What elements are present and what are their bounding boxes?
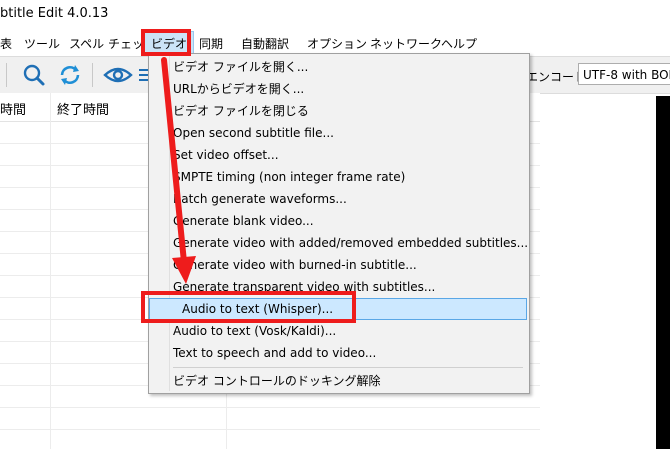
menu-sync[interactable]: 同期 [199, 35, 223, 52]
grid-row-line [0, 407, 540, 408]
menu-item-generate-burned-in[interactable]: Generate video with burned-in subtitle..… [173, 254, 525, 276]
encoding-select[interactable]: UTF-8 with BOM [578, 63, 670, 85]
menu-item-batch-waveforms[interactable]: Batch generate waveforms... [173, 188, 525, 210]
video-player-area [656, 96, 670, 449]
window-title: btitle Edit 4.0.13 [0, 6, 109, 21]
menu-auto-translate[interactable]: 自動翻訳 [241, 35, 289, 52]
column-header-end-time[interactable]: 終了時間 [57, 99, 109, 118]
menu-item-open-video-url[interactable]: URLからビデオを開く... [173, 78, 525, 100]
menu-table[interactable]: 表 [0, 35, 12, 52]
menu-tools[interactable]: ツール [24, 35, 60, 52]
toolbar-separator [6, 63, 7, 87]
column-header-time[interactable]: 時間 [0, 99, 26, 118]
menu-item-audio-to-text-vosk[interactable]: Audio to text (Vosk/Kaldi)... [173, 320, 525, 342]
grid-column-divider [50, 93, 51, 449]
menu-separator [173, 367, 523, 368]
menu-gutter [169, 56, 170, 391]
menu-help[interactable]: ヘルプ [441, 35, 477, 52]
menu-item-open-second-subtitle[interactable]: Open second subtitle file... [173, 122, 525, 144]
menu-options[interactable]: オプション [307, 35, 367, 52]
menu-item-generate-blank-video[interactable]: Generate blank video... [173, 210, 525, 232]
menu-item-generate-embedded-subtitles[interactable]: Generate video with added/removed embedd… [173, 232, 528, 254]
menu-item-open-video[interactable]: ビデオ ファイルを開く... [173, 56, 525, 78]
menu-item-smpte-timing[interactable]: SMPTE timing (non integer frame rate) [173, 166, 525, 188]
toolbar-separator [92, 63, 93, 87]
menu-item-undock-video-controls[interactable]: ビデオ コントロールのドッキング解除 [173, 370, 525, 392]
encoding-label: エンコード [526, 70, 587, 84]
menu-network[interactable]: ネットワーク [370, 35, 442, 52]
annotation-box-video-menu [141, 29, 191, 56]
menu-item-close-video[interactable]: ビデオ ファイルを閉じる [173, 100, 525, 122]
eye-icon[interactable] [103, 62, 133, 88]
title-bar: btitle Edit 4.0.13 [0, 0, 670, 30]
search-icon[interactable] [21, 62, 47, 88]
video-dropdown-menu: ビデオ ファイルを開く... URLからビデオを開く... ビデオ ファイルを閉… [148, 53, 530, 394]
menu-item-text-to-speech[interactable]: Text to speech and add to video... [173, 342, 525, 364]
grid-row-line [0, 429, 540, 430]
refresh-icon[interactable] [57, 62, 83, 88]
menu-item-set-video-offset[interactable]: Set video offset... [173, 144, 525, 166]
annotation-box-whisper [141, 291, 356, 323]
